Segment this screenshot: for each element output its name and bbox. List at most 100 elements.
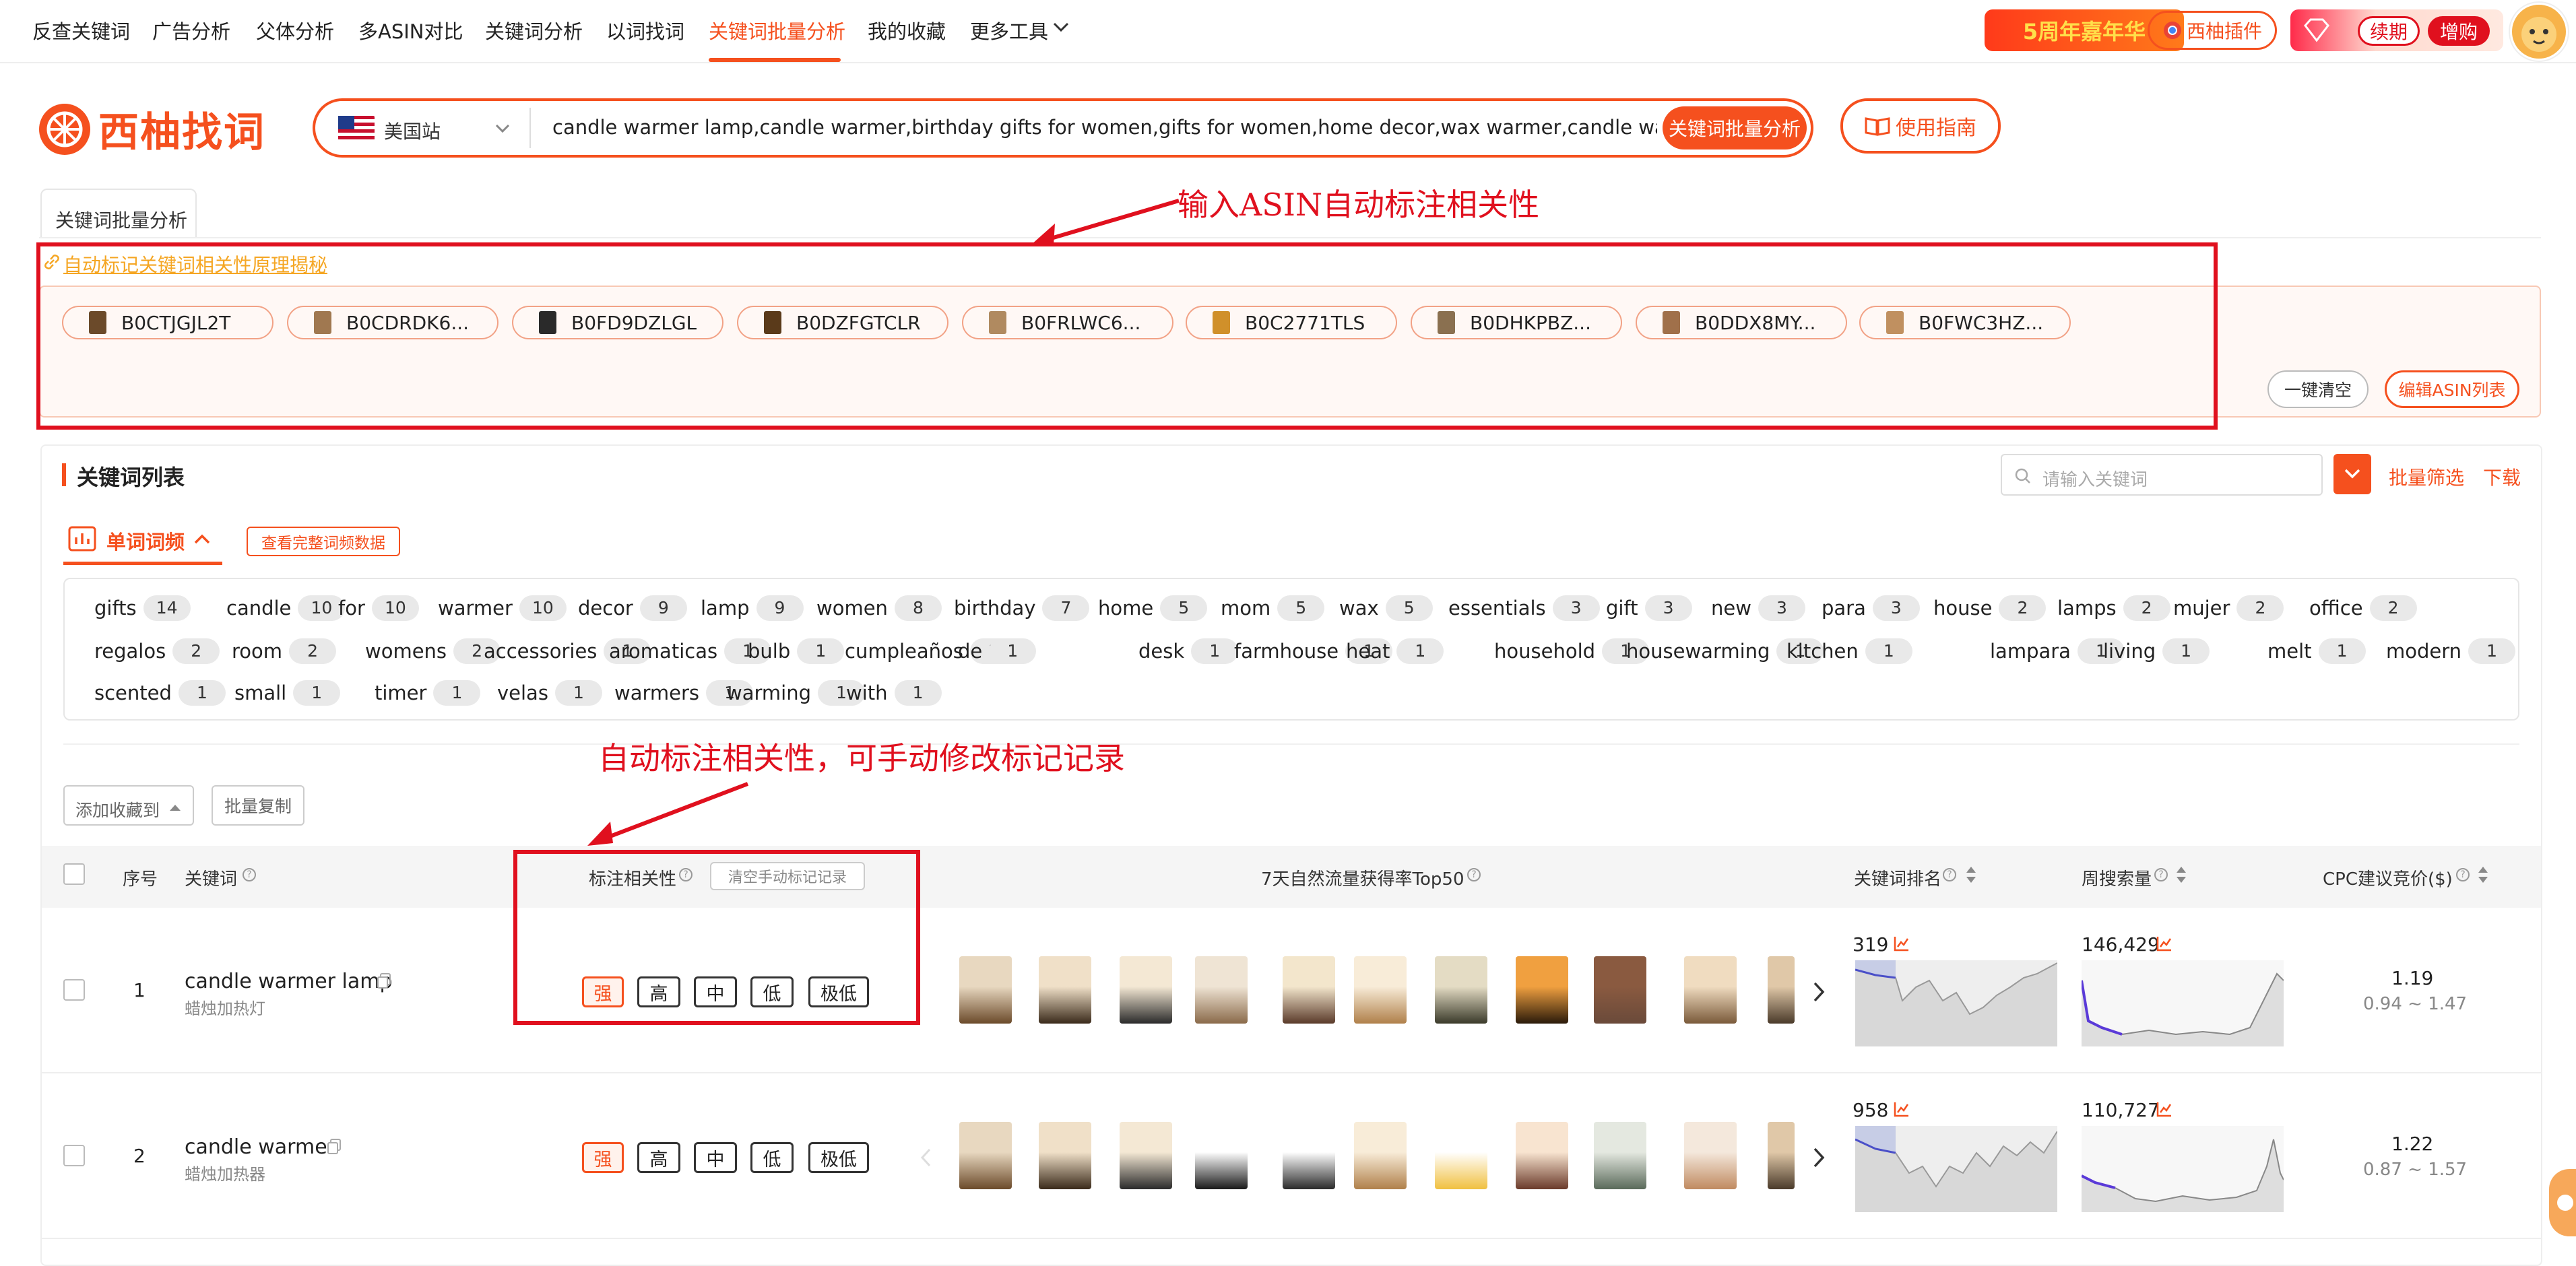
batch-analyze-button[interactable]: 关键词批量分析	[1663, 106, 1807, 149]
row-checkbox[interactable]	[63, 1145, 85, 1166]
product-image[interactable]	[1594, 956, 1646, 1024]
row-keyword[interactable]: candle warmer	[185, 1135, 335, 1159]
product-image[interactable]	[1283, 956, 1335, 1024]
word-freq-tag[interactable]: house 2	[1933, 595, 2047, 621]
product-image[interactable]	[1120, 1122, 1172, 1189]
batch-copy-button[interactable]: 批量复制	[212, 785, 304, 826]
product-image[interactable]	[1039, 1122, 1091, 1189]
word-freq-tag[interactable]: desk 1	[1138, 638, 1239, 664]
word-freq-tag[interactable]: modern 1	[2386, 638, 2516, 664]
word-freq-tag[interactable]: wax 5	[1339, 595, 1433, 621]
plugin-button[interactable]: 西柚插件	[2148, 11, 2277, 50]
word-freq-tag[interactable]: melt 1	[2267, 638, 2366, 664]
brand-logo[interactable]: 西柚找词	[39, 100, 265, 158]
sort-icon[interactable]	[1964, 863, 1978, 886]
word-freq-tag[interactable]: decor 9	[578, 595, 687, 621]
word-freq-tag[interactable]: room 2	[232, 638, 337, 664]
relevance-strong-button[interactable]: 强	[582, 1142, 624, 1173]
product-image[interactable]	[1768, 1122, 1795, 1189]
relevance-high-button[interactable]: 高	[637, 1142, 680, 1173]
word-freq-tag[interactable]: candle 10	[226, 595, 346, 621]
add-to-favorites-button[interactable]: 添加收藏到	[63, 785, 194, 826]
nav-item-find-by-word[interactable]: 以词找词	[606, 16, 684, 44]
relevance-low-button[interactable]: 低	[750, 1142, 794, 1173]
word-freq-tag[interactable]: gifts 14	[94, 595, 191, 621]
nav-item-ad-analysis[interactable]: 广告分析	[152, 16, 230, 44]
product-image[interactable]	[1354, 1122, 1407, 1189]
sort-icon[interactable]	[2476, 863, 2490, 886]
freq-tab-label[interactable]: 单词词频	[106, 527, 185, 555]
word-freq-tag[interactable]: office 2	[2309, 595, 2417, 621]
product-image[interactable]	[1195, 956, 1248, 1024]
word-freq-tag[interactable]: with 1	[846, 680, 942, 706]
word-freq-tag[interactable]: para 3	[1822, 595, 1920, 621]
word-freq-tag[interactable]: for 10	[338, 595, 419, 621]
keyword-search-input[interactable]: 请输入关键词	[2001, 454, 2323, 496]
add-seat-button[interactable]: 增购	[2428, 16, 2490, 46]
product-image[interactable]	[1435, 1122, 1487, 1189]
product-image[interactable]	[1039, 956, 1091, 1024]
edit-asin-list-button[interactable]: 编辑ASIN列表	[2385, 370, 2519, 408]
product-image[interactable]	[1354, 956, 1407, 1024]
word-freq-tag[interactable]: velas 1	[497, 680, 602, 706]
word-freq-tag[interactable]: essentials 3	[1448, 595, 1600, 621]
word-freq-tag[interactable]: regalos 2	[94, 638, 220, 664]
product-image[interactable]	[959, 956, 1012, 1024]
chevron-up-icon[interactable]	[193, 532, 212, 545]
user-guide-button[interactable]: 使用指南	[1840, 98, 2001, 154]
chevron-down-icon[interactable]	[494, 123, 511, 135]
nav-item-reverse-keyword[interactable]: 反查关键词	[32, 16, 130, 44]
clear-all-button[interactable]: 一键清空	[2267, 370, 2369, 408]
word-freq-tag[interactable]: lamp 9	[701, 595, 804, 621]
word-freq-tag[interactable]: bulb 1	[748, 638, 845, 664]
trend-icon[interactable]	[1893, 1100, 1910, 1118]
avatar[interactable]	[2510, 3, 2568, 61]
view-full-freq-button[interactable]: 查看完整词频数据	[247, 527, 400, 556]
sort-icon[interactable]	[2175, 863, 2188, 886]
word-freq-tag[interactable]: new 3	[1711, 595, 1805, 621]
product-image[interactable]	[1283, 1122, 1335, 1189]
word-freq-tag[interactable]: timer 1	[375, 680, 481, 706]
keyword-input[interactable]: candle warmer lamp,candle warmer,birthda…	[552, 116, 1657, 139]
trend-icon[interactable]	[2156, 1100, 2173, 1118]
chevron-right-icon[interactable]	[1811, 980, 1827, 1003]
relevance-very-low-button[interactable]: 极低	[808, 1142, 869, 1173]
chevron-right-icon[interactable]	[1811, 1146, 1827, 1169]
word-freq-tag[interactable]: aromaticas 1	[609, 638, 772, 664]
word-freq-tag[interactable]: living 1	[2103, 638, 2210, 664]
word-freq-tag[interactable]: warmer 10	[438, 595, 567, 621]
site-select-value[interactable]: 美国站	[384, 117, 441, 144]
select-all-checkbox[interactable]	[63, 863, 85, 885]
nav-item-batch-analysis[interactable]: 关键词批量分析	[709, 16, 845, 44]
product-image[interactable]	[1195, 1122, 1248, 1189]
filter-dropdown-button[interactable]	[2333, 454, 2371, 494]
nav-item-favorites[interactable]: 我的收藏	[868, 16, 946, 44]
row-checkbox[interactable]	[63, 979, 85, 1001]
word-freq-tag[interactable]: gift 3	[1606, 595, 1692, 621]
nav-item-more-tools[interactable]: 更多工具	[970, 16, 1048, 44]
row-keyword[interactable]: candle warmer lamp	[185, 970, 393, 993]
tab-batch-analysis[interactable]: 关键词批量分析	[40, 189, 197, 238]
word-freq-tag[interactable]: small 1	[234, 680, 341, 706]
product-image[interactable]	[1516, 1122, 1568, 1189]
word-freq-tag[interactable]: kitchen 1	[1786, 638, 1912, 664]
chevron-left-icon[interactable]	[919, 1147, 932, 1168]
product-image[interactable]	[1594, 1122, 1646, 1189]
nav-item-parent-analysis[interactable]: 父体分析	[256, 16, 334, 44]
word-freq-tag[interactable]: de 1	[958, 638, 1037, 664]
nav-item-keyword-analysis[interactable]: 关键词分析	[485, 16, 583, 44]
download-link[interactable]: 下载	[2483, 463, 2521, 490]
word-freq-tag[interactable]: mujer 2	[2173, 595, 2284, 621]
word-freq-tag[interactable]: home 5	[1098, 595, 1208, 621]
product-image[interactable]	[1435, 956, 1487, 1024]
product-image[interactable]	[1768, 956, 1795, 1024]
product-image[interactable]	[1516, 956, 1568, 1024]
word-freq-tag[interactable]: women 8	[816, 595, 942, 621]
floating-assistant-button[interactable]	[2549, 1169, 2576, 1236]
batch-filter-link[interactable]: 批量筛选	[2389, 463, 2464, 490]
word-freq-tag[interactable]: scented 1	[94, 680, 226, 706]
word-freq-tag[interactable]: warming 1	[726, 680, 865, 706]
relevance-medium-button[interactable]: 中	[694, 1142, 737, 1173]
copy-icon[interactable]	[376, 972, 392, 990]
nav-item-multi-asin[interactable]: 多ASIN对比	[358, 16, 463, 44]
